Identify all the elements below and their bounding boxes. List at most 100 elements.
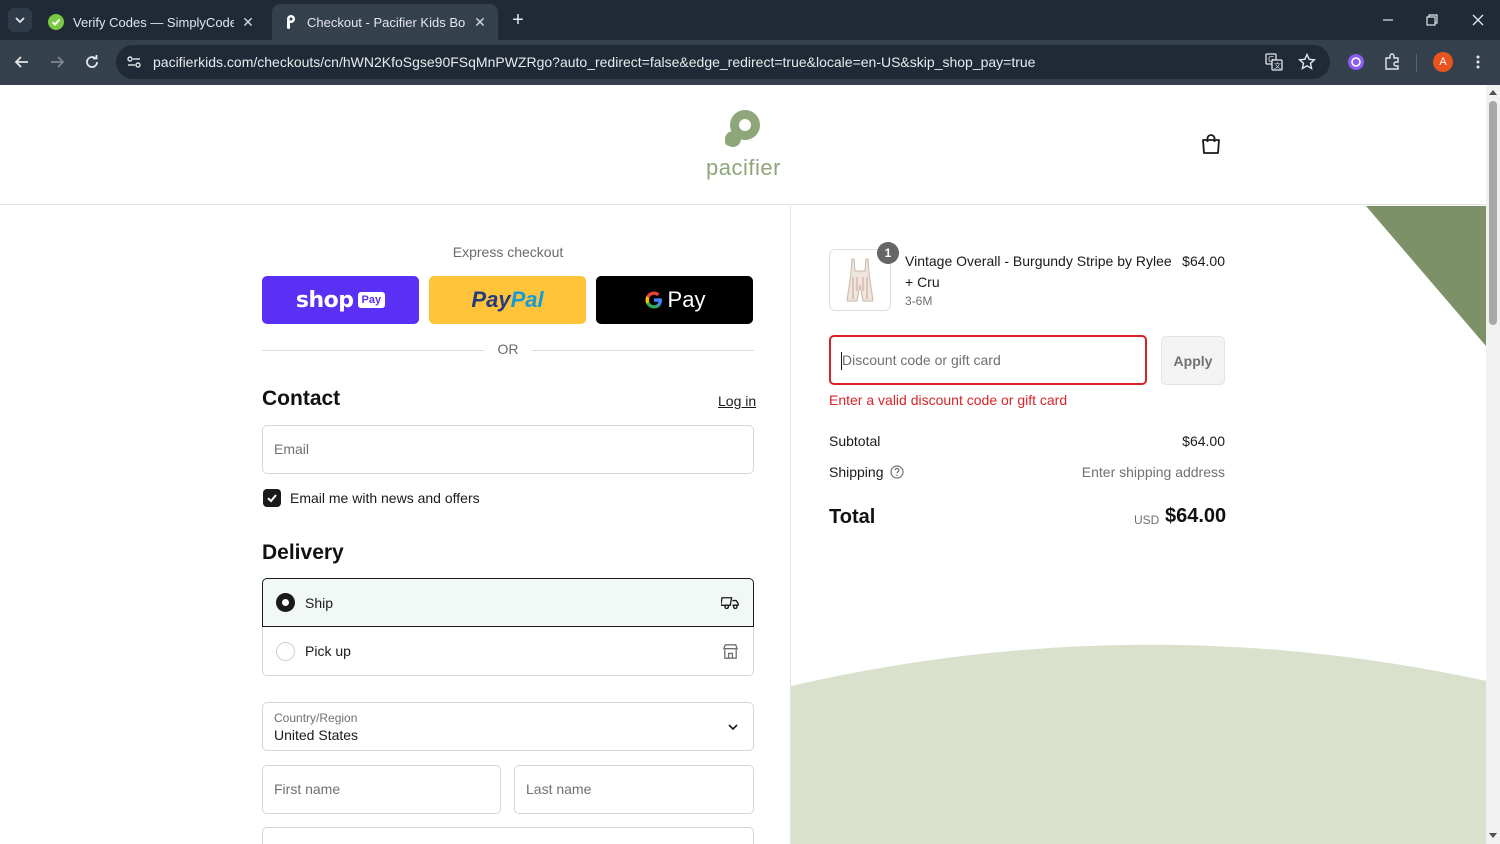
back-button[interactable] <box>10 50 34 74</box>
delivery-option-label: Ship <box>305 594 334 611</box>
close-window-button[interactable] <box>1456 0 1500 40</box>
decorative-hill <box>791 644 1486 844</box>
translate-button[interactable]: G文 <box>1264 52 1284 72</box>
menu-button[interactable] <box>1466 50 1490 74</box>
reload-button[interactable] <box>80 50 104 74</box>
minimize-icon <box>1383 19 1393 21</box>
close-tab-icon[interactable]: ✕ <box>240 14 256 30</box>
email-placeholder: Email <box>274 441 310 457</box>
translate-icon: G文 <box>1265 53 1283 71</box>
total-currency: USD <box>1134 513 1160 527</box>
delivery-option-pickup[interactable]: Pick up <box>262 627 754 676</box>
extension-icon <box>1348 54 1364 70</box>
toolbar-divider <box>1416 54 1417 72</box>
newsletter-checkbox[interactable] <box>263 489 281 507</box>
google-pay-wordmark: Pay <box>644 287 705 313</box>
arrow-right-icon <box>51 56 65 68</box>
product-price: $64.00 <box>1182 253 1225 269</box>
tab-title: Checkout - Pacifier Kids Boutique <box>307 14 466 30</box>
store-header: pacifier <box>0 85 1486 205</box>
shipping-label-wrap: Shipping <box>829 464 904 480</box>
order-summary: 1 Vintage Overall - Burgundy Stripe by R… <box>790 206 1486 844</box>
google-g-icon <box>645 291 662 309</box>
scrollbar-thumb[interactable] <box>1489 101 1497 325</box>
delivery-option-label: Pick up <box>305 643 351 659</box>
shipping-value: Enter shipping address <box>1081 464 1225 480</box>
subtotal-value: $64.00 <box>1182 433 1225 449</box>
site-info-button[interactable] <box>122 50 146 74</box>
delivery-method-group: Ship Pick up <box>262 578 754 676</box>
country-select[interactable]: Country/Region United States <box>262 702 754 751</box>
more-vert-icon <box>1476 55 1480 69</box>
checkout-form: Express checkout shop Pay PayPal Pay OR … <box>0 206 790 844</box>
tab-simplycodes[interactable]: Verify Codes — SimplyCodes ✕ <box>38 4 266 40</box>
tune-icon <box>127 56 141 68</box>
subtotal-label: Subtotal <box>829 433 881 449</box>
new-tab-button[interactable]: + <box>508 10 528 30</box>
profile-avatar[interactable]: A <box>1433 52 1453 72</box>
address-bar[interactable]: pacifierkids.com/checkouts/cn/hWN2KfoSgs… <box>116 45 1330 79</box>
forward-button[interactable] <box>45 50 69 74</box>
product-name: Vintage Overall - Burgundy Stripe by Ryl… <box>905 253 1172 290</box>
tab-checkout[interactable]: Checkout - Pacifier Kids Boutique ✕ <box>272 4 498 40</box>
puzzle-icon <box>1385 53 1399 70</box>
paypal-wordmark: PayPal <box>471 287 544 312</box>
logo-text[interactable]: pacifier <box>706 155 781 181</box>
company-field[interactable] <box>262 827 754 844</box>
url-text: pacifierkids.com/checkouts/cn/hWN2KfoSgs… <box>153 54 1036 70</box>
simplycodes-favicon-icon <box>48 14 64 30</box>
total-value: $64.00 <box>1165 505 1227 527</box>
bookmark-button[interactable] <box>1297 52 1317 72</box>
scroll-down-icon[interactable] <box>1489 831 1497 839</box>
discount-code-input[interactable]: Discount code or gift card <box>829 335 1147 385</box>
shipping-label: Shipping <box>829 464 884 480</box>
apply-discount-button[interactable]: Apply <box>1161 336 1225 385</box>
express-checkout-label: Express checkout <box>452 244 564 260</box>
shop-pay-button[interactable]: shop Pay <box>262 276 419 324</box>
svg-text:文: 文 <box>1274 61 1281 70</box>
extensions-button[interactable] <box>1380 50 1404 74</box>
bag-icon[interactable] <box>1199 132 1223 156</box>
browser-tab-bar: Verify Codes — SimplyCodes ✕ Checkout - … <box>0 0 1500 40</box>
store-icon <box>722 643 739 659</box>
chevron-down-icon <box>728 724 738 731</box>
country-value: United States <box>274 727 359 743</box>
scroll-up-icon[interactable] <box>1489 89 1497 97</box>
tab-search-button[interactable] <box>8 8 32 32</box>
divider <box>262 350 484 351</box>
google-pay-button[interactable]: Pay <box>596 276 753 324</box>
decorative-triangle <box>1366 206 1486 346</box>
reload-icon <box>86 55 98 68</box>
star-icon <box>1298 53 1316 70</box>
paypal-button[interactable]: PayPal <box>429 276 586 324</box>
shop-pay-wordmark: shop <box>295 287 354 313</box>
last-name-field[interactable]: Last name <box>514 765 754 814</box>
close-tab-icon[interactable]: ✕ <box>472 14 488 30</box>
radio-selected[interactable] <box>276 593 295 612</box>
first-name-field[interactable]: First name <box>262 765 501 814</box>
email-field[interactable]: Email <box>262 425 754 474</box>
truck-icon <box>721 597 739 610</box>
checkout-page: pacifier Express checkout shop Pay PayPa… <box>0 85 1486 844</box>
minimize-button[interactable] <box>1366 0 1410 40</box>
delivery-option-ship[interactable]: Ship <box>262 578 754 627</box>
or-divider-text: OR <box>497 341 519 357</box>
tab-title: Verify Codes — SimplyCodes <box>73 14 234 30</box>
extension-simplycodes-button[interactable] <box>1344 50 1368 74</box>
pacifier-favicon-icon <box>287 15 295 29</box>
delivery-heading: Delivery <box>262 541 344 564</box>
newsletter-label[interactable]: Email me with news and offers <box>290 490 480 506</box>
first-name-placeholder: First name <box>274 781 341 797</box>
help-icon[interactable] <box>889 465 904 479</box>
login-link[interactable]: Log in <box>718 393 756 409</box>
page-scrollbar[interactable] <box>1486 85 1500 844</box>
divider <box>532 350 754 351</box>
restore-icon <box>1426 14 1438 26</box>
contact-heading: Contact <box>262 387 341 410</box>
discount-placeholder: Discount code or gift card <box>842 352 1001 368</box>
country-label: Country/Region <box>274 711 358 725</box>
radio-unselected[interactable] <box>276 641 295 661</box>
chevron-down-icon <box>15 17 25 24</box>
close-icon <box>1472 14 1484 26</box>
restore-button[interactable] <box>1410 0 1454 40</box>
